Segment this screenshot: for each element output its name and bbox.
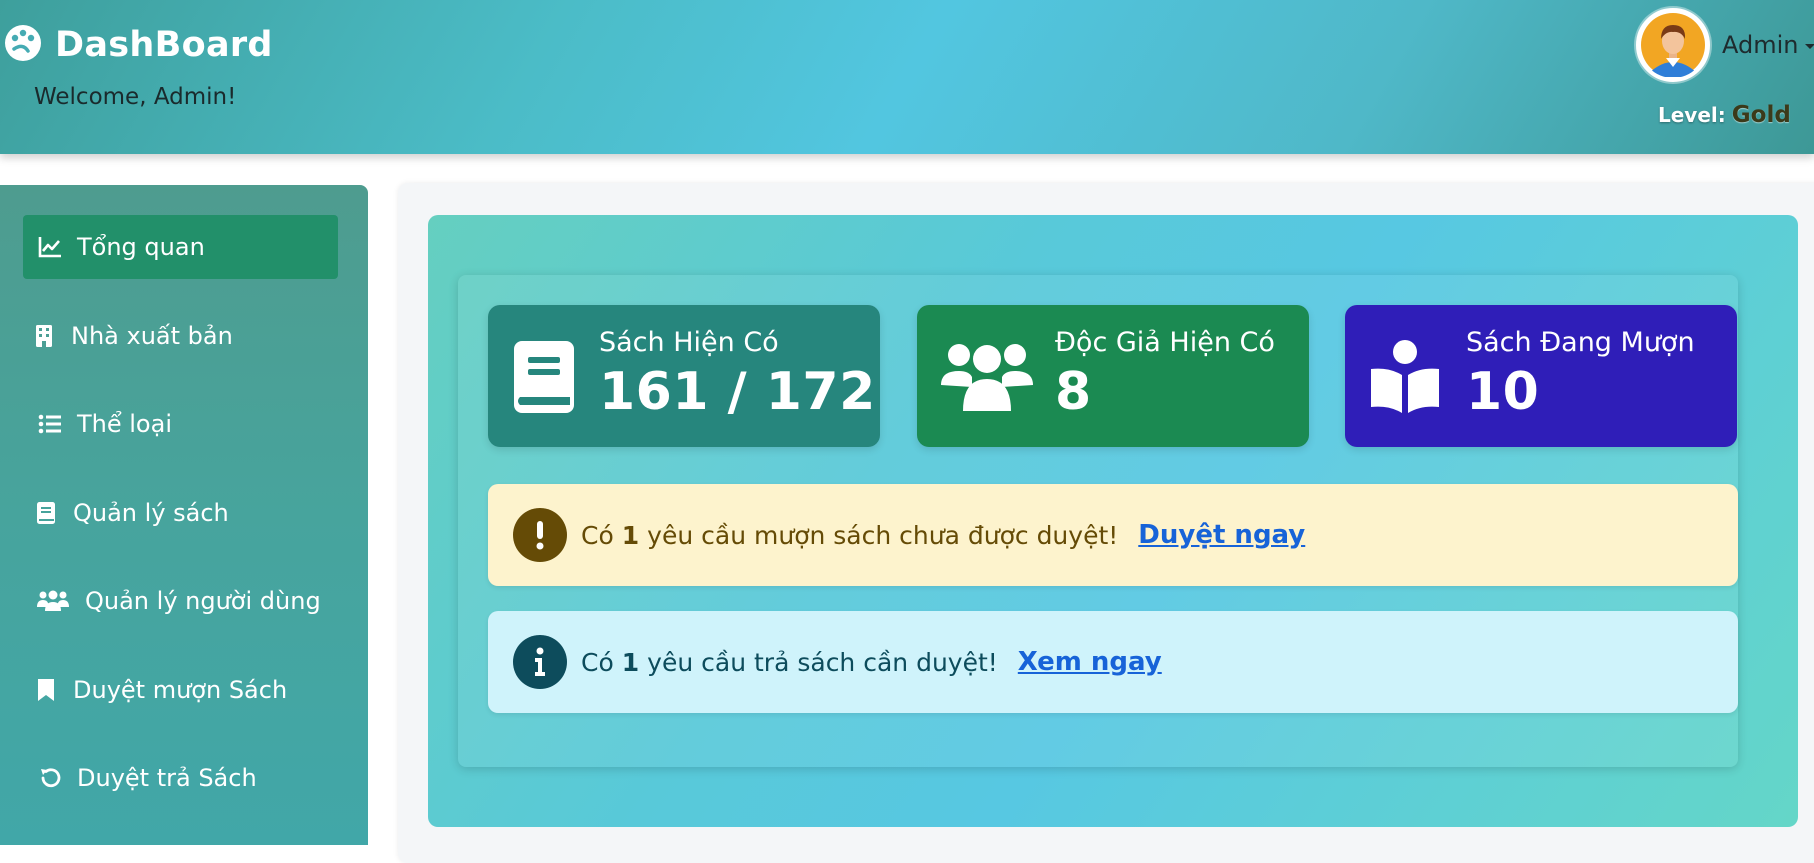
sidebar-item-label: Quản lý người dùng bbox=[85, 587, 321, 615]
stat-label: Độc Giả Hiện Có bbox=[1055, 327, 1275, 358]
stat-card-readers[interactable]: Độc Giả Hiện Có 8 bbox=[917, 305, 1309, 447]
alert-text: yêu cầu mượn sách chưa được duyệt! bbox=[647, 521, 1118, 550]
sidebar-item-label: Duyệt trả Sách bbox=[77, 764, 257, 792]
stat-value: 8 bbox=[1055, 362, 1092, 422]
alert-count: 1 bbox=[622, 648, 639, 677]
stat-value: 10 bbox=[1466, 362, 1539, 422]
stat-label: Sách Hiện Có bbox=[599, 327, 779, 358]
bookmark-icon bbox=[33, 677, 59, 703]
caret-down-icon[interactable] bbox=[1805, 36, 1814, 55]
brand[interactable]: DashBoard bbox=[4, 24, 273, 66]
sidebar-item-books[interactable]: Quản lý sách bbox=[23, 481, 338, 545]
sidebar-item-categories[interactable]: Thể loại bbox=[23, 392, 338, 456]
user-name[interactable]: Admin bbox=[1722, 31, 1799, 59]
users-icon bbox=[941, 341, 1033, 413]
alert-return-requests: Có 1 yêu cầu trả sách cần duyệt! Xem nga… bbox=[488, 611, 1738, 713]
sidebar-item-users[interactable]: Quản lý người dùng bbox=[23, 569, 338, 633]
user-avatar-icon[interactable] bbox=[1636, 8, 1710, 82]
app-title: DashBoard bbox=[55, 25, 273, 65]
user-menu[interactable]: Admin bbox=[1636, 8, 1814, 82]
users-icon bbox=[37, 588, 69, 614]
sidebar-item-overview[interactable]: Tổng quan bbox=[23, 215, 338, 279]
list-icon bbox=[37, 411, 63, 437]
stat-card-books[interactable]: Sách Hiện Có 161 / 172 bbox=[488, 305, 880, 447]
alert-borrow-requests: Có 1 yêu cầu mượn sách chưa được duyệt! … bbox=[488, 484, 1738, 586]
sidebar-item-label: Thể loại bbox=[77, 410, 172, 438]
sidebar-item-label: Duyệt mượn Sách bbox=[73, 676, 287, 704]
undo-icon bbox=[37, 765, 63, 791]
chart-line-icon bbox=[37, 234, 63, 260]
book-icon bbox=[512, 339, 576, 415]
sidebar-item-label: Nhà xuất bản bbox=[71, 322, 233, 350]
sidebar-item-label: Tổng quan bbox=[77, 233, 205, 261]
building-icon bbox=[31, 323, 57, 349]
palette-icon bbox=[4, 24, 42, 66]
approve-now-link[interactable]: Duyệt ngay bbox=[1138, 520, 1305, 550]
user-level: Level:Gold bbox=[1658, 102, 1791, 128]
level-value: Gold bbox=[1732, 102, 1791, 128]
sidebar-item-borrow-approval[interactable]: Duyệt mượn Sách bbox=[23, 658, 338, 722]
level-label: Level: bbox=[1658, 103, 1726, 127]
alert-text: yêu cầu trả sách cần duyệt! bbox=[647, 648, 998, 677]
info-icon bbox=[513, 635, 567, 689]
alert-prefix: Có bbox=[581, 521, 614, 550]
top-header: DashBoard Welcome, Admin! Admin Level:Go… bbox=[0, 0, 1814, 154]
stat-value: 161 / 172 bbox=[599, 362, 876, 422]
book-icon bbox=[33, 500, 59, 526]
stat-card-borrowed[interactable]: Sách Đang Mượn 10 bbox=[1345, 305, 1737, 447]
exclamation-icon bbox=[513, 508, 567, 562]
view-now-link[interactable]: Xem ngay bbox=[1018, 647, 1162, 677]
book-reader-icon bbox=[1369, 339, 1441, 415]
stat-label: Sách Đang Mượn bbox=[1466, 327, 1695, 358]
alert-prefix: Có bbox=[581, 648, 614, 677]
sidebar-item-label: Quản lý sách bbox=[73, 499, 229, 527]
sidebar-item-return-approval[interactable]: Duyệt trả Sách bbox=[23, 746, 338, 810]
sidebar: Tổng quan Nhà xuất bản Thể loại Quản lý … bbox=[0, 185, 368, 845]
alert-count: 1 bbox=[622, 521, 639, 550]
sidebar-item-publishers[interactable]: Nhà xuất bản bbox=[23, 304, 338, 368]
welcome-text: Welcome, Admin! bbox=[34, 84, 236, 110]
